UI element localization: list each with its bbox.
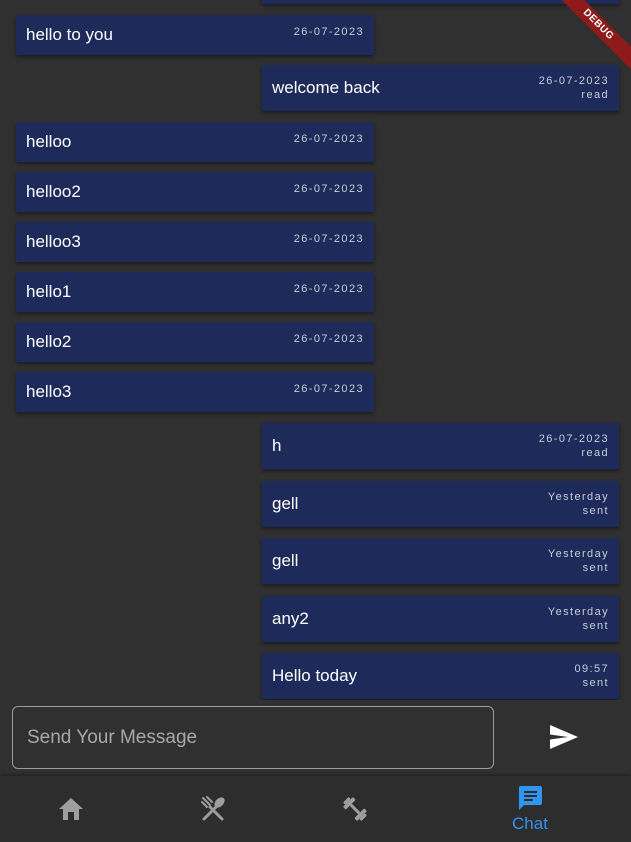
- message-bubble-incoming: hello1 26-07-2023: [16, 272, 374, 312]
- message-text: hello1: [26, 282, 72, 301]
- message-bubble-incoming: hello2 26-07-2023: [16, 322, 374, 362]
- message-bubble-incoming: helloo 26-07-2023: [16, 122, 374, 162]
- message-text: welcome back: [272, 78, 380, 97]
- message-time: 09:57: [574, 663, 609, 675]
- message-text: helloo3: [26, 232, 81, 251]
- message-input[interactable]: [12, 706, 494, 769]
- message-time: Yesterday: [547, 548, 609, 560]
- message-meta: 26-07-2023: [294, 182, 364, 196]
- message-text: Hello today: [272, 666, 358, 685]
- message-time: 26-07-2023: [293, 333, 364, 345]
- message-bubble-outgoing: h 26-07-2023 read: [262, 423, 619, 469]
- message-time: 26-07-2023: [538, 433, 609, 445]
- message-bubble-incoming: helloo2 26-07-2023: [16, 172, 374, 212]
- nav-item-fitness[interactable]: [284, 776, 426, 842]
- message-text: gell: [272, 494, 299, 513]
- message-meta: 26-07-2023: [294, 25, 364, 39]
- message-meta: 26-07-2023: [294, 232, 364, 246]
- nav-item-chat[interactable]: Chat: [459, 776, 601, 842]
- message-time: Yesterday: [547, 606, 609, 618]
- message-time: 26-07-2023: [538, 75, 609, 87]
- message-text: hello2: [26, 332, 72, 351]
- message-status: sent: [582, 505, 609, 517]
- message-text: h: [272, 436, 282, 455]
- chat-icon: [518, 786, 542, 810]
- message-meta: Yesterday sent: [548, 547, 609, 575]
- message-meta: Yesterday sent: [548, 605, 609, 633]
- bottom-navigation: Chat: [0, 776, 631, 842]
- message-text: hello to you: [26, 25, 113, 44]
- send-icon: [550, 724, 578, 749]
- message-status: sent: [582, 677, 609, 689]
- message-composer: [0, 700, 631, 776]
- message-meta: 26-07-2023: [294, 382, 364, 396]
- message-time: 26-07-2023: [293, 133, 364, 145]
- message-bubble-outgoing: welcome back 26-07-2023 read: [262, 65, 619, 111]
- message-status: read: [581, 447, 609, 459]
- message-bubble-outgoing: Hello today 09:57 sent: [262, 653, 619, 699]
- message-text: gell: [272, 551, 299, 570]
- message-text: any2: [272, 609, 309, 628]
- message-bubble-outgoing: any2 Yesterday sent: [262, 596, 619, 642]
- message-status: sent: [582, 562, 609, 574]
- message-time: Yesterday: [547, 491, 609, 503]
- utensils-icon: [201, 796, 225, 821]
- nav-item-home[interactable]: [0, 776, 142, 842]
- nav-item-food[interactable]: [142, 776, 284, 842]
- nav-item-chat-label: Chat: [512, 814, 548, 833]
- message-time: 26-07-2023: [293, 383, 364, 395]
- message-meta: 26-07-2023: [294, 132, 364, 146]
- message-time: 26-07-2023: [293, 233, 364, 245]
- message-status: sent: [582, 620, 609, 632]
- message-list[interactable]: hello to you 26-07-2023 welcome back 26-…: [0, 0, 631, 700]
- message-meta: 26-07-2023: [294, 282, 364, 296]
- message-time: 26-07-2023: [293, 26, 364, 38]
- message-time: 26-07-2023: [293, 183, 364, 195]
- message-bubble-outgoing: gell Yesterday sent: [262, 538, 619, 584]
- dumbbell-icon: [343, 797, 367, 821]
- message-meta: 09:57 sent: [574, 662, 609, 690]
- message-text: hello3: [26, 382, 72, 401]
- message-text: helloo: [26, 132, 72, 151]
- message-meta: Yesterday sent: [548, 490, 609, 518]
- send-button[interactable]: [546, 722, 582, 754]
- home-icon: [59, 798, 83, 820]
- message-bubble-incoming: hello to you 26-07-2023: [16, 15, 374, 55]
- message-text: helloo2: [26, 182, 81, 201]
- message-bubble-incoming: helloo3 26-07-2023: [16, 222, 374, 262]
- message-time: 26-07-2023: [293, 283, 364, 295]
- message-bubble-incoming: hello3 26-07-2023: [16, 372, 374, 412]
- message-bubble-outgoing: gell Yesterday sent: [262, 481, 619, 527]
- message-bubble-partial: [262, 0, 619, 4]
- message-meta: 26-07-2023: [294, 332, 364, 346]
- message-meta: 26-07-2023 read: [539, 74, 609, 102]
- chat-screen: hello to you 26-07-2023 welcome back 26-…: [0, 0, 631, 842]
- message-status: read: [581, 89, 609, 101]
- message-meta: 26-07-2023 read: [539, 432, 609, 460]
